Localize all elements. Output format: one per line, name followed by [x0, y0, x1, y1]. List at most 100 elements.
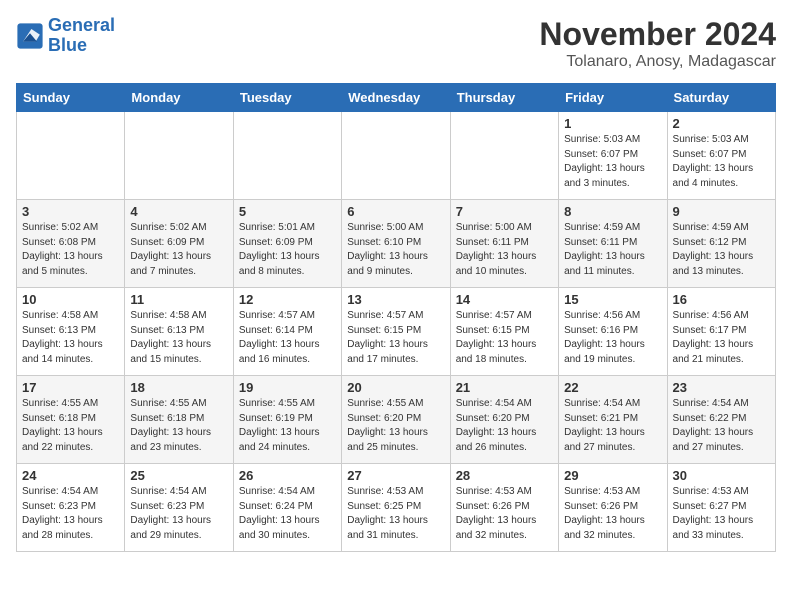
- day-info: Sunrise: 4:55 AM Sunset: 6:18 PM Dayligh…: [22, 397, 119, 455]
- day-number: 6: [347, 204, 444, 219]
- day-info: Sunrise: 4:54 AM Sunset: 6:23 PM Dayligh…: [130, 485, 227, 543]
- day-number: 26: [239, 468, 336, 483]
- calendar-week-row: 24 Sunrise: 4:54 AM Sunset: 6:23 PM Dayli…: [17, 464, 776, 552]
- calendar-day-cell: 26Sunrise: 4:54 AM Sunset: 6:24 PM Dayli…: [233, 464, 341, 552]
- day-info: Sunrise: 4:58 AM Sunset: 6:13 PM Dayligh…: [22, 309, 119, 367]
- day-number: 11: [130, 292, 227, 307]
- day-info: Sunrise: 4:58 AM Sunset: 6:13 PM Dayligh…: [130, 309, 227, 367]
- calendar-day-cell: 10 Sunrise: 4:58 AM Sunset: 6:13 PM Dayli…: [17, 288, 125, 376]
- day-info: Sunrise: 5:00 AM Sunset: 6:11 PM Dayligh…: [456, 221, 553, 279]
- day-info: Sunrise: 4:59 AM Sunset: 6:11 PM Dayligh…: [564, 221, 661, 279]
- calendar-day-cell: 12 Sunrise: 4:57 AM Sunset: 6:14 PM Dayli…: [233, 288, 341, 376]
- calendar-day-cell: 21 Sunrise: 4:54 AM Sunset: 6:20 PM Dayli…: [450, 376, 558, 464]
- day-info: Sunrise: 4:54 AM Sunset: 6:21 PM Dayligh…: [564, 397, 661, 455]
- month-title: November 2024: [539, 16, 776, 53]
- logo: General Blue: [16, 16, 115, 56]
- calendar-day-cell: 30Sunrise: 4:53 AM Sunset: 6:27 PM Dayli…: [667, 464, 775, 552]
- calendar-day-cell: 4 Sunrise: 5:02 AM Sunset: 6:09 PM Daylig…: [125, 200, 233, 288]
- calendar-body: 1 Sunrise: 5:03 AM Sunset: 6:07 PM Daylig…: [17, 112, 776, 552]
- day-number: 5: [239, 204, 336, 219]
- day-number: 17: [22, 380, 119, 395]
- calendar-day-cell: [450, 112, 558, 200]
- day-info: Sunrise: 4:53 AM Sunset: 6:25 PM Dayligh…: [347, 485, 444, 543]
- title-area: November 2024 Tolanaro, Anosy, Madagasca…: [539, 16, 776, 71]
- location-title: Tolanaro, Anosy, Madagascar: [539, 53, 776, 71]
- day-info: Sunrise: 5:03 AM Sunset: 6:07 PM Dayligh…: [673, 133, 770, 191]
- calendar-day-cell: 5 Sunrise: 5:01 AM Sunset: 6:09 PM Daylig…: [233, 200, 341, 288]
- calendar-day-cell: 8 Sunrise: 4:59 AM Sunset: 6:11 PM Daylig…: [559, 200, 667, 288]
- calendar-day-cell: 15 Sunrise: 4:56 AM Sunset: 6:16 PM Dayli…: [559, 288, 667, 376]
- day-number: 21: [456, 380, 553, 395]
- calendar-day-cell: 19 Sunrise: 4:55 AM Sunset: 6:19 PM Dayli…: [233, 376, 341, 464]
- day-number: 25: [130, 468, 227, 483]
- calendar-day-cell: 3 Sunrise: 5:02 AM Sunset: 6:08 PM Daylig…: [17, 200, 125, 288]
- logo-line2: Blue: [48, 35, 87, 55]
- calendar-week-row: 3 Sunrise: 5:02 AM Sunset: 6:08 PM Daylig…: [17, 200, 776, 288]
- day-number: 13: [347, 292, 444, 307]
- day-number: 23: [673, 380, 770, 395]
- day-info: Sunrise: 4:55 AM Sunset: 6:19 PM Dayligh…: [239, 397, 336, 455]
- day-info: Sunrise: 4:54 AM Sunset: 6:22 PM Dayligh…: [673, 397, 770, 455]
- calendar-day-cell: 27 Sunrise: 4:53 AM Sunset: 6:25 PM Dayli…: [342, 464, 450, 552]
- logo-text: General Blue: [48, 16, 115, 56]
- day-number: 29: [564, 468, 661, 483]
- calendar-day-cell: 24 Sunrise: 4:54 AM Sunset: 6:23 PM Dayli…: [17, 464, 125, 552]
- calendar-day-cell: 7 Sunrise: 5:00 AM Sunset: 6:11 PM Daylig…: [450, 200, 558, 288]
- day-info: Sunrise: 5:00 AM Sunset: 6:10 PM Dayligh…: [347, 221, 444, 279]
- day-info: Sunrise: 4:54 AM Sunset: 6:23 PM Dayligh…: [22, 485, 119, 543]
- day-number: 3: [22, 204, 119, 219]
- day-number: 28: [456, 468, 553, 483]
- calendar-day-cell: 28 Sunrise: 4:53 AM Sunset: 6:26 PM Dayli…: [450, 464, 558, 552]
- calendar-day-cell: [17, 112, 125, 200]
- day-info: Sunrise: 4:59 AM Sunset: 6:12 PM Dayligh…: [673, 221, 770, 279]
- calendar-day-cell: 18 Sunrise: 4:55 AM Sunset: 6:18 PM Dayli…: [125, 376, 233, 464]
- calendar-day-cell: 29 Sunrise: 4:53 AM Sunset: 6:26 PM Dayli…: [559, 464, 667, 552]
- day-info: Sunrise: 4:56 AM Sunset: 6:16 PM Dayligh…: [564, 309, 661, 367]
- calendar-day-cell: 20Sunrise: 4:55 AM Sunset: 6:20 PM Dayli…: [342, 376, 450, 464]
- calendar-header: SundayMondayTuesdayWednesdayThursdayFrid…: [17, 84, 776, 112]
- day-number: 9: [673, 204, 770, 219]
- calendar-day-cell: 23 Sunrise: 4:54 AM Sunset: 6:22 PM Dayli…: [667, 376, 775, 464]
- day-header: Saturday: [667, 84, 775, 112]
- day-number: 10: [22, 292, 119, 307]
- day-number: 18: [130, 380, 227, 395]
- calendar-day-cell: 1 Sunrise: 5:03 AM Sunset: 6:07 PM Daylig…: [559, 112, 667, 200]
- day-number: 2: [673, 116, 770, 131]
- calendar-week-row: 1 Sunrise: 5:03 AM Sunset: 6:07 PM Daylig…: [17, 112, 776, 200]
- calendar-day-cell: 22Sunrise: 4:54 AM Sunset: 6:21 PM Dayli…: [559, 376, 667, 464]
- day-info: Sunrise: 4:55 AM Sunset: 6:20 PM Dayligh…: [347, 397, 444, 455]
- day-info: Sunrise: 5:03 AM Sunset: 6:07 PM Dayligh…: [564, 133, 661, 191]
- day-number: 15: [564, 292, 661, 307]
- day-number: 27: [347, 468, 444, 483]
- calendar-day-cell: 13Sunrise: 4:57 AM Sunset: 6:15 PM Dayli…: [342, 288, 450, 376]
- day-number: 19: [239, 380, 336, 395]
- calendar-day-cell: [233, 112, 341, 200]
- calendar-day-cell: 2 Sunrise: 5:03 AM Sunset: 6:07 PM Daylig…: [667, 112, 775, 200]
- day-header: Thursday: [450, 84, 558, 112]
- day-header: Monday: [125, 84, 233, 112]
- day-info: Sunrise: 4:56 AM Sunset: 6:17 PM Dayligh…: [673, 309, 770, 367]
- day-info: Sunrise: 5:02 AM Sunset: 6:09 PM Dayligh…: [130, 221, 227, 279]
- day-number: 7: [456, 204, 553, 219]
- day-info: Sunrise: 4:55 AM Sunset: 6:18 PM Dayligh…: [130, 397, 227, 455]
- day-number: 8: [564, 204, 661, 219]
- day-number: 4: [130, 204, 227, 219]
- header-row: SundayMondayTuesdayWednesdayThursdayFrid…: [17, 84, 776, 112]
- calendar-week-row: 10 Sunrise: 4:58 AM Sunset: 6:13 PM Dayli…: [17, 288, 776, 376]
- day-info: Sunrise: 4:53 AM Sunset: 6:26 PM Dayligh…: [564, 485, 661, 543]
- day-header: Friday: [559, 84, 667, 112]
- day-number: 14: [456, 292, 553, 307]
- calendar-day-cell: [125, 112, 233, 200]
- day-info: Sunrise: 4:54 AM Sunset: 6:20 PM Dayligh…: [456, 397, 553, 455]
- day-number: 30: [673, 468, 770, 483]
- day-number: 1: [564, 116, 661, 131]
- day-number: 12: [239, 292, 336, 307]
- day-info: Sunrise: 4:57 AM Sunset: 6:15 PM Dayligh…: [456, 309, 553, 367]
- day-header: Tuesday: [233, 84, 341, 112]
- day-number: 24: [22, 468, 119, 483]
- day-info: Sunrise: 4:57 AM Sunset: 6:14 PM Dayligh…: [239, 309, 336, 367]
- calendar-table: SundayMondayTuesdayWednesdayThursdayFrid…: [16, 83, 776, 552]
- day-info: Sunrise: 5:01 AM Sunset: 6:09 PM Dayligh…: [239, 221, 336, 279]
- day-info: Sunrise: 5:02 AM Sunset: 6:08 PM Dayligh…: [22, 221, 119, 279]
- day-info: Sunrise: 4:53 AM Sunset: 6:26 PM Dayligh…: [456, 485, 553, 543]
